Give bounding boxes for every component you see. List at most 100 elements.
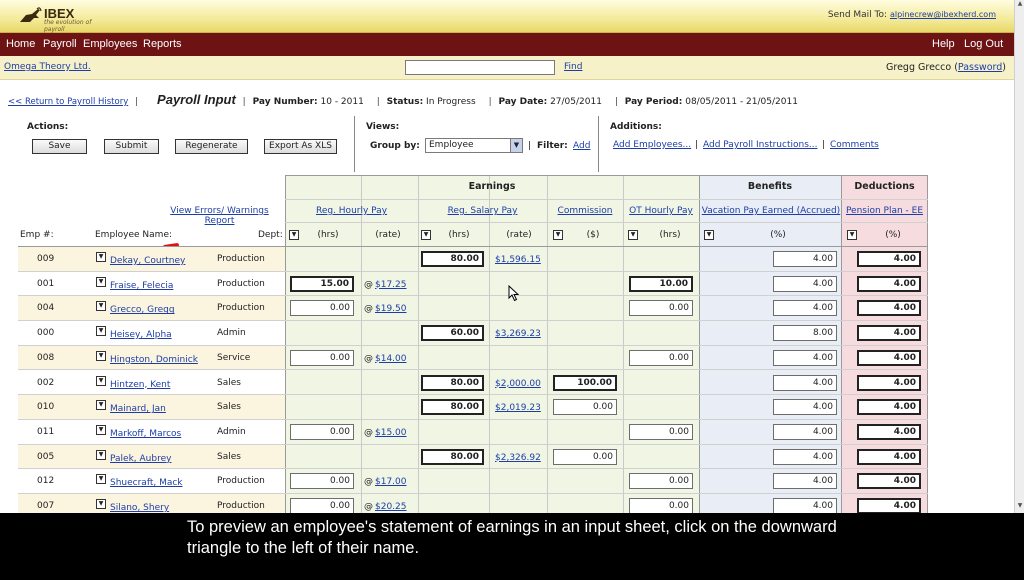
preview-triangle-icon[interactable]: ▼ bbox=[96, 400, 106, 411]
ibex-logo[interactable]: IBEX the evolution of payroll bbox=[18, 4, 108, 33]
nav-employees[interactable]: Employees bbox=[83, 38, 137, 50]
nav-reports[interactable]: Reports bbox=[143, 38, 182, 50]
pension-pct-input[interactable]: 4.00 bbox=[857, 473, 921, 490]
reg-salary-rate-link[interactable]: $2,326.92 bbox=[495, 453, 541, 463]
commission-header[interactable]: Commission bbox=[547, 206, 623, 216]
commission-input[interactable]: 0.00 bbox=[553, 399, 617, 416]
employee-name-link[interactable]: Palek, Aubrey bbox=[110, 454, 171, 464]
reg-salary-hrs-input[interactable]: 80.00 bbox=[421, 374, 484, 391]
ot-hourly-input[interactable]: 0.00 bbox=[629, 498, 693, 513]
reg-hourly-rate-link[interactable]: $20.25 bbox=[375, 502, 407, 512]
employee-name-link[interactable]: Heisey, Alpha bbox=[110, 330, 172, 340]
commission-input[interactable]: 0.00 bbox=[553, 448, 617, 465]
export-xls-button[interactable]: Export As XLS bbox=[264, 139, 337, 154]
scroll-up-icon[interactable]: ▲ bbox=[1016, 0, 1024, 9]
chevron-down-icon[interactable]: ▼ bbox=[510, 139, 522, 152]
reg-salary-rate-link[interactable]: $2,019.23 bbox=[495, 403, 541, 413]
scroll-down-icon[interactable]: ▼ bbox=[1016, 502, 1024, 511]
reg-hourly-hrs-input[interactable]: 0.00 bbox=[290, 473, 354, 490]
reg-salary-rate-link[interactable]: $2,000.00 bbox=[495, 379, 541, 389]
add-employees-link[interactable]: Add Employees... bbox=[613, 140, 691, 150]
pension-pct-input[interactable]: 4.00 bbox=[857, 399, 921, 416]
employee-name-link[interactable]: Shuecraft, Mack bbox=[110, 478, 183, 488]
vacation-pct-input[interactable]: 4.00 bbox=[773, 473, 837, 490]
reg-hourly-hrs-input[interactable]: 15.00 bbox=[290, 275, 354, 292]
preview-triangle-icon[interactable]: ▼ bbox=[96, 449, 106, 460]
employee-name-link[interactable]: Markoff, Marcos bbox=[110, 429, 181, 439]
employee-name-link[interactable]: Silano, Shery bbox=[110, 503, 169, 513]
vacation-pay-header[interactable]: Vacation Pay Earned (Accrued) bbox=[701, 206, 841, 216]
reg-hourly-hrs-input[interactable]: 0.00 bbox=[290, 300, 354, 317]
pension-pct-input[interactable]: 4.00 bbox=[857, 349, 921, 366]
ot-hourly-input[interactable]: 10.00 bbox=[629, 275, 693, 292]
preview-triangle-icon[interactable]: ▼ bbox=[96, 424, 106, 435]
filter-triangle-icon[interactable]: ▼ bbox=[704, 230, 714, 240]
commission-input[interactable]: 100.00 bbox=[553, 374, 617, 391]
vacation-pct-input[interactable]: 4.00 bbox=[773, 251, 837, 267]
view-errors-link[interactable]: View Errors/ Warnings Report bbox=[154, 206, 285, 226]
vacation-pct-input[interactable]: 8.00 bbox=[773, 325, 837, 342]
reg-salary-hrs-input[interactable]: 80.00 bbox=[421, 399, 484, 416]
reg-hourly-rate-link[interactable]: $19.50 bbox=[375, 304, 407, 314]
reg-hourly-pay-header[interactable]: Reg. Hourly Pay bbox=[285, 206, 418, 216]
send-mail-link[interactable]: alpinecrew@ibexherd.com bbox=[890, 10, 996, 19]
page-scrollbar[interactable]: ▲ ▼ bbox=[1014, 0, 1024, 513]
filter-triangle-icon[interactable]: ▼ bbox=[289, 230, 299, 240]
filter-triangle-icon[interactable]: ▼ bbox=[847, 230, 857, 240]
ot-hourly-input[interactable]: 0.00 bbox=[629, 349, 693, 366]
vacation-pct-input[interactable]: 4.00 bbox=[773, 423, 837, 440]
save-button[interactable]: Save bbox=[32, 139, 87, 154]
reg-salary-pay-header[interactable]: Reg. Salary Pay bbox=[418, 206, 547, 216]
ot-hourly-input[interactable]: 0.00 bbox=[629, 473, 693, 490]
reg-hourly-hrs-input[interactable]: 0.00 bbox=[290, 423, 354, 440]
reg-salary-hrs-input[interactable]: 80.00 bbox=[421, 448, 484, 465]
preview-triangle-icon[interactable]: ▼ bbox=[96, 350, 106, 361]
preview-triangle-icon[interactable]: ▼ bbox=[96, 474, 106, 485]
employee-name-link[interactable]: Mainard, Jan bbox=[110, 404, 166, 414]
back-to-history-link[interactable]: << Return to Payroll History bbox=[8, 97, 128, 107]
vacation-pct-input[interactable]: 4.00 bbox=[773, 498, 837, 513]
reg-hourly-rate-link[interactable]: $17.00 bbox=[375, 477, 407, 487]
preview-triangle-icon[interactable]: ▼ bbox=[96, 301, 106, 312]
employee-name-link[interactable]: Hintzen, Kent bbox=[110, 380, 170, 390]
reg-hourly-rate-link[interactable]: $14.00 bbox=[375, 354, 407, 364]
preview-triangle-icon[interactable]: ▼ bbox=[96, 375, 106, 386]
password-link[interactable]: Password bbox=[958, 62, 1002, 73]
pension-pct-input[interactable]: 4.00 bbox=[857, 498, 921, 513]
nav-help[interactable]: Help bbox=[932, 38, 955, 50]
pension-pct-input[interactable]: 4.00 bbox=[857, 448, 921, 465]
reg-hourly-hrs-input[interactable]: 0.00 bbox=[290, 498, 354, 513]
employee-name-link[interactable]: Grecco, Gregg bbox=[110, 305, 175, 315]
company-link[interactable]: Omega Theory Ltd. bbox=[4, 62, 91, 72]
regenerate-button[interactable]: Regenerate bbox=[175, 139, 248, 154]
reg-hourly-rate-link[interactable]: $17.25 bbox=[375, 280, 407, 290]
reg-salary-rate-link[interactable]: $1,596.15 bbox=[495, 255, 541, 265]
pension-plan-header[interactable]: Pension Plan - EE bbox=[841, 206, 928, 216]
vacation-pct-input[interactable]: 4.00 bbox=[773, 399, 837, 416]
vacation-pct-input[interactable]: 4.00 bbox=[773, 300, 837, 317]
ot-hourly-pay-header[interactable]: OT Hourly Pay bbox=[623, 206, 699, 216]
pension-pct-input[interactable]: 4.00 bbox=[857, 423, 921, 440]
filter-add-link[interactable]: Add bbox=[573, 141, 590, 151]
employee-name-link[interactable]: Dekay, Courtney bbox=[110, 256, 185, 266]
vacation-pct-input[interactable]: 4.00 bbox=[773, 374, 837, 391]
pension-pct-input[interactable]: 4.00 bbox=[857, 325, 921, 342]
reg-salary-hrs-input[interactable]: 60.00 bbox=[421, 325, 484, 342]
pension-pct-input[interactable]: 4.00 bbox=[857, 275, 921, 292]
employee-name-link[interactable]: Hingston, Dominick bbox=[110, 355, 198, 365]
reg-hourly-rate-link[interactable]: $15.00 bbox=[375, 428, 407, 438]
pension-pct-input[interactable]: 4.00 bbox=[857, 374, 921, 391]
vacation-pct-input[interactable]: 4.00 bbox=[773, 349, 837, 366]
ot-hourly-input[interactable]: 0.00 bbox=[629, 423, 693, 440]
employee-name-link[interactable]: Fraise, Felecia bbox=[110, 281, 173, 291]
filter-triangle-icon[interactable]: ▼ bbox=[421, 230, 431, 240]
preview-triangle-icon[interactable]: ▼ bbox=[96, 252, 106, 262]
preview-triangle-icon[interactable]: ▼ bbox=[96, 499, 106, 509]
pension-pct-input[interactable]: 4.00 bbox=[857, 300, 921, 317]
group-by-select[interactable]: Employee ▼ bbox=[425, 138, 523, 153]
comments-link[interactable]: Comments bbox=[830, 140, 879, 150]
filter-triangle-icon[interactable]: ▼ bbox=[553, 230, 563, 240]
reg-salary-rate-link[interactable]: $3,269.23 bbox=[495, 329, 541, 339]
nav-home[interactable]: Home bbox=[6, 38, 35, 50]
reg-hourly-hrs-input[interactable]: 0.00 bbox=[290, 349, 354, 366]
